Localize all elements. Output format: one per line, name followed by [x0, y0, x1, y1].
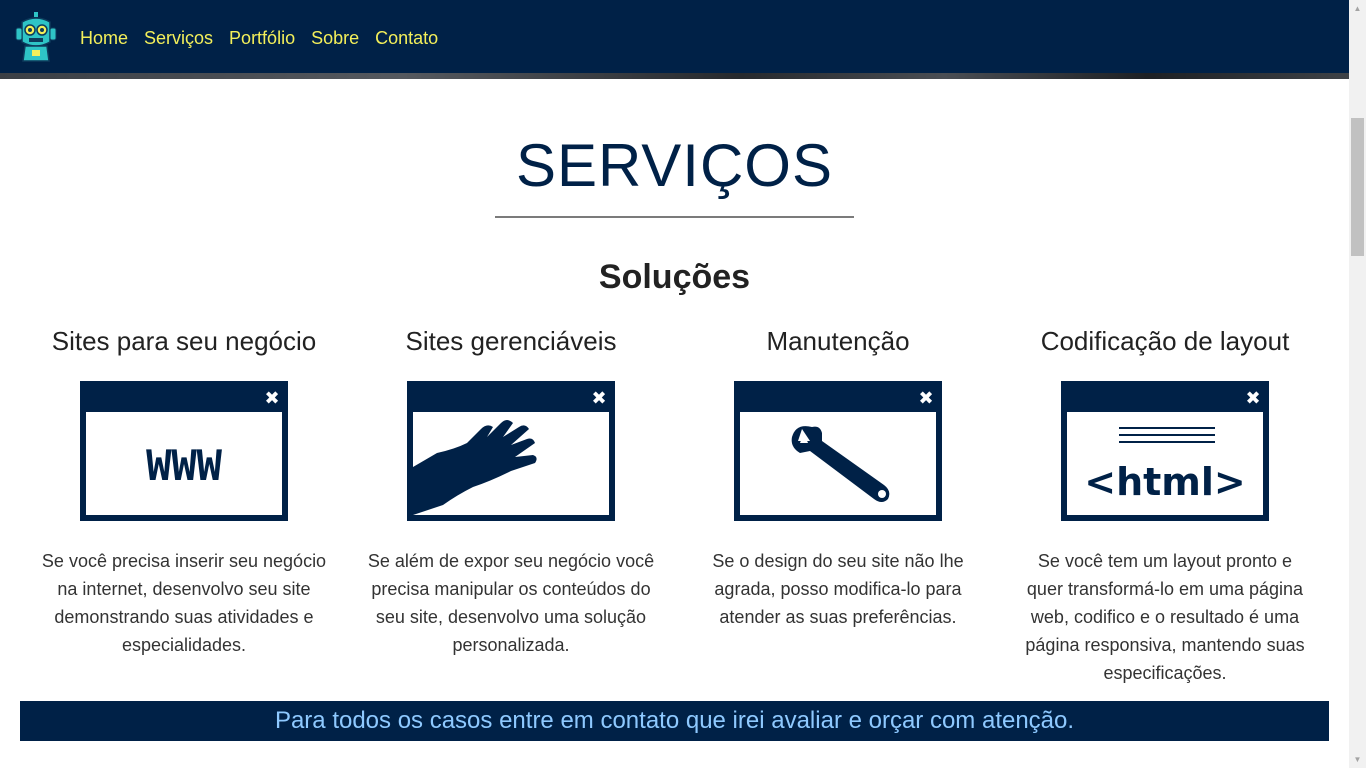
service-description: Se além de expor seu negócio você precis…	[367, 551, 655, 655]
nav-servicos-link[interactable]: Serviços	[144, 26, 213, 50]
service-card-codificacao-layout: Codificação de layout ✖ <html> Se você t…	[1015, 322, 1315, 687]
nav-contato-link[interactable]: Contato	[375, 26, 438, 50]
title-divider	[495, 216, 854, 218]
nav-portfolio-link[interactable]: Portfólio	[229, 26, 295, 50]
service-card-manutencao: Manutenção ✖ Se o design do seu site não…	[688, 322, 988, 631]
service-card-sites-gerenciaveis: Sites gerenciáveis ✖ Se além de expor se…	[361, 322, 661, 659]
scroll-up-arrow-icon[interactable]: ▲	[1349, 0, 1366, 17]
section-title: SERVIÇOS	[516, 132, 833, 199]
nav-sobre-link[interactable]: Sobre	[311, 26, 359, 50]
nav-home-link[interactable]: Home	[80, 26, 128, 50]
window-close-glyph: ✖	[264, 388, 279, 409]
section-subtitle: Soluções	[598, 258, 751, 296]
www-browser-icon: ✖ WWW	[80, 381, 288, 521]
service-title: Manutenção	[766, 326, 910, 356]
service-description: Se você tem um layout pronto e quer tran…	[1025, 551, 1305, 683]
window-close-glyph: ✖	[1245, 388, 1260, 409]
www-glyph-text: WWW	[146, 441, 223, 490]
robot-logo-icon[interactable]	[14, 12, 58, 62]
html-browser-icon: ✖ <html>	[1061, 381, 1269, 521]
hand-browser-icon: ✖	[407, 381, 615, 521]
service-title: Sites para seu negócio	[51, 326, 317, 356]
scroll-down-arrow-icon[interactable]: ▼	[1349, 751, 1366, 768]
service-description: Se você precisa inserir seu negócio na i…	[41, 551, 327, 655]
service-title: Sites gerenciáveis	[405, 326, 617, 356]
scroll-thumb[interactable]	[1351, 118, 1364, 256]
main-nav: Home Serviços Portfólio Sobre Contato	[80, 26, 438, 50]
window-close-glyph: ✖	[918, 388, 933, 409]
service-card-sites-negocio: Sites para seu negócio ✖ WWW Se você pre…	[34, 322, 334, 659]
service-title: Codificação de layout	[1040, 326, 1290, 356]
html-glyph-text: <html>	[1084, 460, 1246, 504]
wrench-browser-icon: ✖	[734, 381, 942, 521]
service-description: Se o design do seu site não lhe agrada, …	[712, 551, 964, 627]
top-navbar: Home Serviços Portfólio Sobre Contato	[0, 0, 1349, 79]
hero-image-edge	[0, 73, 1349, 79]
window-close-glyph: ✖	[591, 388, 606, 409]
page-scrollbar[interactable]: ▲ ▼	[1349, 0, 1366, 768]
page: Home Serviços Portfólio Sobre Contato SE…	[0, 0, 1349, 768]
contact-banner: Para todos os casos entre em contato que…	[20, 701, 1329, 741]
